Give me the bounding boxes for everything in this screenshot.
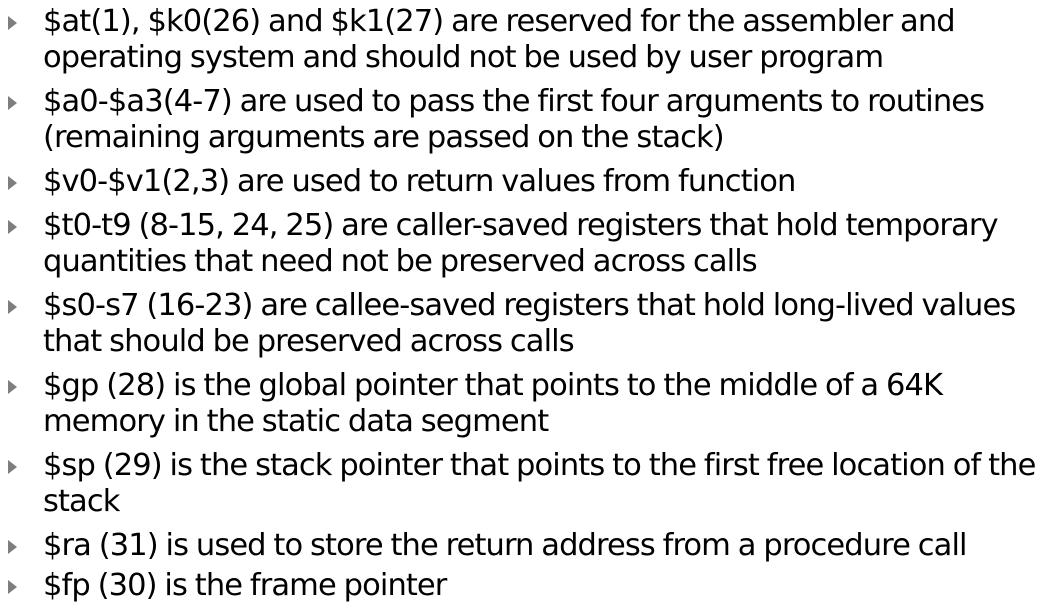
bullet-list: $at(1), $k0(26) and $k1(27) are reserved… bbox=[0, 4, 1055, 608]
bullet-text: $gp (28) is the global pointer that poin… bbox=[43, 368, 943, 439]
triangle-right-icon bbox=[8, 96, 17, 110]
bullet-item-s0-s7: $s0-s7 (16-23) are callee-saved register… bbox=[0, 288, 1055, 360]
triangle-right-icon bbox=[8, 16, 17, 30]
triangle-right-icon bbox=[8, 460, 17, 474]
triangle-right-icon bbox=[8, 176, 17, 190]
bullet-item-a0-a3: $a0-$a3(4-7) are used to pass the first … bbox=[0, 84, 1055, 156]
bullet-item-t0-t9: $t0-t9 (8-15, 24, 25) are caller-saved r… bbox=[0, 208, 1055, 280]
triangle-right-icon bbox=[8, 300, 17, 314]
bullet-item-at-k0-k1: $at(1), $k0(26) and $k1(27) are reserved… bbox=[0, 4, 1055, 76]
bullet-item-sp: $sp (29) is the stack pointer that point… bbox=[0, 448, 1055, 520]
triangle-right-icon bbox=[8, 380, 17, 394]
bullet-item-v0-v1: $v0-$v1(2,3) are used to return values f… bbox=[0, 164, 1055, 200]
bullet-text: $fp (30) is the frame pointer bbox=[43, 568, 447, 603]
triangle-right-icon bbox=[8, 540, 17, 554]
bullet-item-fp: $fp (30) is the frame pointer bbox=[0, 568, 1055, 604]
bullet-item-ra: $ra (31) is used to store the return add… bbox=[0, 528, 1055, 564]
triangle-right-icon bbox=[8, 220, 17, 234]
bullet-text: $s0-s7 (16-23) are callee-saved register… bbox=[43, 288, 1016, 359]
bullet-text: $sp (29) is the stack pointer that point… bbox=[43, 448, 1036, 519]
bullet-text: $a0-$a3(4-7) are used to pass the first … bbox=[43, 84, 985, 155]
bullet-text: $at(1), $k0(26) and $k1(27) are reserved… bbox=[43, 4, 956, 75]
bullet-text: $ra (31) is used to store the return add… bbox=[43, 528, 968, 563]
bullet-item-gp: $gp (28) is the global pointer that poin… bbox=[0, 368, 1055, 440]
triangle-right-icon bbox=[8, 580, 17, 594]
slide: $at(1), $k0(26) and $k1(27) are reserved… bbox=[0, 0, 1055, 614]
bullet-text: $t0-t9 (8-15, 24, 25) are caller-saved r… bbox=[43, 208, 999, 279]
bullet-text: $v0-$v1(2,3) are used to return values f… bbox=[43, 164, 796, 199]
